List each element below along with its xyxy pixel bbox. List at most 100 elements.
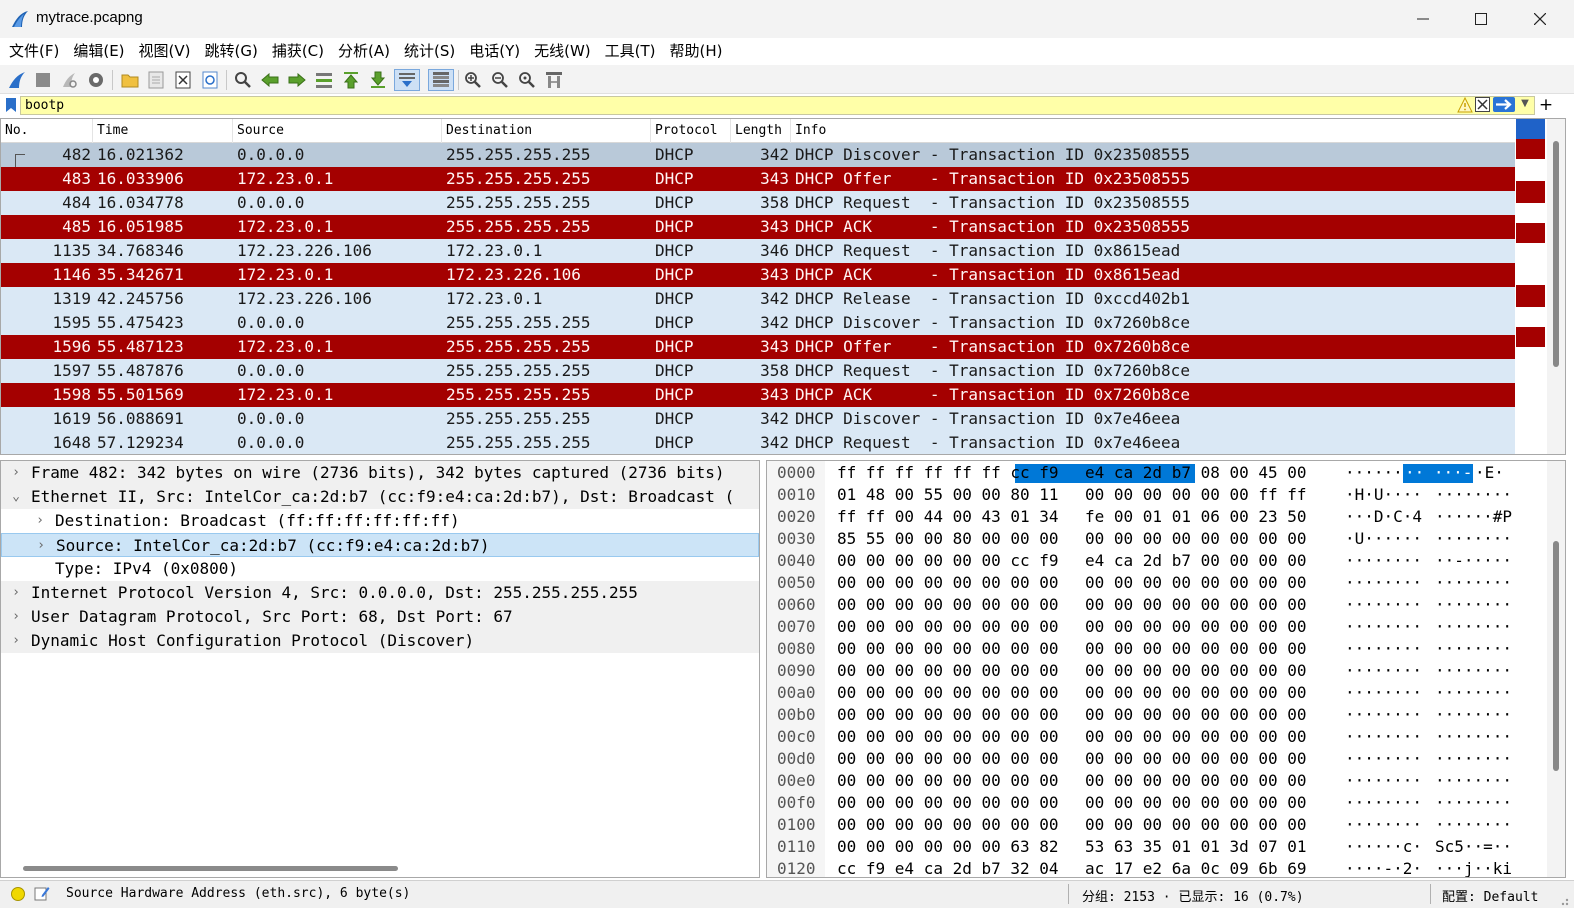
hex-bytes-left[interactable]: cc f9 e4 ca 2d b7 32 04 <box>837 858 1059 877</box>
hex-bytes-left[interactable]: 00 00 00 00 00 00 00 00 <box>837 594 1059 616</box>
find-packet-button[interactable] <box>232 69 254 91</box>
packet-row[interactable]: 1319 42.245756 172.23.226.106 172.23.0.1 DHC… <box>1 287 1515 311</box>
chevron-down-icon[interactable]: ⌄ <box>9 485 23 509</box>
add-filter-button[interactable]: + <box>1538 94 1554 116</box>
status-profile[interactable]: 配置: Default <box>1442 886 1538 905</box>
menu-tools[interactable]: 工具(T) <box>598 38 663 65</box>
hex-bytes-left[interactable]: 00 00 00 00 00 00 00 00 <box>837 638 1059 660</box>
open-file-button[interactable] <box>119 69 141 91</box>
tree-node[interactable]: Type: IPv4 (0x0800) <box>1 557 759 581</box>
display-filter-input[interactable]: bootp <box>20 96 1535 115</box>
menu-telephony[interactable]: 电话(Y) <box>462 38 527 65</box>
hex-bytes-right[interactable]: e4 ca 2d b7 08 00 45 00 <box>1085 462 1307 484</box>
hex-bytes-right[interactable]: 00 00 00 00 00 00 00 00 <box>1085 704 1307 726</box>
packet-row[interactable]: 485 16.051985 172.23.0.1 255.255.255.255 DHC… <box>1 215 1515 239</box>
ascii-left[interactable]: ········ <box>1345 792 1422 814</box>
hex-bytes-right[interactable]: 00 00 00 00 00 00 00 00 <box>1085 528 1307 550</box>
zoom-normal-button[interactable] <box>516 69 538 91</box>
save-file-button[interactable] <box>145 69 167 91</box>
stop-capture-button[interactable] <box>32 69 54 91</box>
ascii-right[interactable]: ········ <box>1435 638 1512 660</box>
chevron-right-icon[interactable]: › <box>9 629 23 653</box>
menu-wireless[interactable]: 无线(W) <box>527 38 598 65</box>
ascii-left[interactable]: ········ <box>1345 814 1422 836</box>
scroll-thumb[interactable] <box>1553 541 1559 771</box>
ascii-right[interactable]: ········ <box>1435 528 1512 550</box>
menu-go[interactable]: 跳转(G) <box>198 38 265 65</box>
hex-bytes-left[interactable]: ff ff 00 44 00 43 01 34 <box>837 506 1059 528</box>
menu-capture[interactable]: 捕获(C) <box>265 38 331 65</box>
ascii-left[interactable]: ········ <box>1345 660 1422 682</box>
start-capture-button[interactable] <box>6 69 28 91</box>
ascii-right[interactable]: ··-····· <box>1435 550 1512 572</box>
ascii-left[interactable]: ········ <box>1345 550 1422 572</box>
menu-view[interactable]: 视图(V) <box>132 38 198 65</box>
apply-filter-button[interactable] <box>1493 97 1515 112</box>
go-last-button[interactable] <box>367 69 389 91</box>
menu-help[interactable]: 帮助(H) <box>663 38 730 65</box>
hex-bytes-right[interactable]: 00 00 00 00 00 00 00 00 <box>1085 572 1307 594</box>
ascii-left[interactable]: ········ <box>1345 572 1422 594</box>
packet-row[interactable]: 1597 55.487876 0.0.0.0 255.255.255.255 DHCP 3… <box>1 359 1515 383</box>
chevron-right-icon[interactable]: › <box>9 581 23 605</box>
details-horizontal-scrollbar[interactable] <box>23 866 398 871</box>
scroll-thumb[interactable] <box>1553 141 1559 367</box>
ascii-left[interactable]: ·U······ <box>1345 528 1422 550</box>
tree-node[interactable]: ⌄ Ethernet II, Src: IntelCor_ca:2d:b7 (cc… <box>1 485 759 509</box>
hex-bytes-left[interactable]: ff ff ff ff ff ff cc f9 <box>837 462 1059 484</box>
chevron-down-icon[interactable]: ▼ <box>1518 98 1532 112</box>
ascii-left[interactable]: ···D·C·4 <box>1345 506 1422 528</box>
hex-bytes-left[interactable]: 00 00 00 00 00 00 00 00 <box>837 770 1059 792</box>
tree-node[interactable]: › Dynamic Host Configuration Protocol (Di… <box>1 629 759 653</box>
hex-bytes-right[interactable]: 00 00 00 00 00 00 00 00 <box>1085 748 1307 770</box>
ascii-right[interactable]: ········ <box>1435 594 1512 616</box>
hex-bytes-left[interactable]: 00 00 00 00 00 00 00 00 <box>837 814 1059 836</box>
ascii-right[interactable]: ········ <box>1435 792 1512 814</box>
hex-bytes-right[interactable]: 00 00 00 00 00 00 00 00 <box>1085 638 1307 660</box>
ascii-left[interactable]: ········ <box>1345 726 1422 748</box>
bookmark-icon[interactable] <box>5 97 17 113</box>
column-protocol[interactable]: Protocol <box>651 119 731 143</box>
chevron-right-icon[interactable]: › <box>34 534 48 558</box>
column-no[interactable]: No. <box>1 119 93 143</box>
hex-bytes-right[interactable]: 00 00 00 00 00 00 ff ff <box>1085 484 1307 506</box>
chevron-right-icon[interactable]: › <box>9 461 23 485</box>
ascii-right[interactable]: ···j··ki <box>1435 858 1512 877</box>
zoom-out-button[interactable] <box>489 69 511 91</box>
column-source[interactable]: Source <box>233 119 442 143</box>
auto-scroll-button[interactable] <box>394 69 420 91</box>
ascii-right[interactable]: ········ <box>1435 484 1512 506</box>
packet-minimap[interactable] <box>1515 119 1545 454</box>
ascii-left[interactable]: ········ <box>1345 704 1422 726</box>
column-time[interactable]: Time <box>93 119 233 143</box>
ascii-right[interactable]: ········ <box>1435 726 1512 748</box>
ascii-right[interactable]: ········ <box>1435 814 1512 836</box>
packet-row[interactable]: 1648 57.129234 0.0.0.0 255.255.255.255 DHCP 3… <box>1 431 1515 454</box>
tree-node[interactable]: › User Datagram Protocol, Src Port: 68, D… <box>1 605 759 629</box>
packet-row[interactable]: 1146 35.342671 172.23.0.1 172.23.226.106 DHC… <box>1 263 1515 287</box>
hex-bytes-right[interactable]: fe 00 01 01 06 00 23 50 <box>1085 506 1307 528</box>
hex-bytes-right[interactable]: 00 00 00 00 00 00 00 00 <box>1085 814 1307 836</box>
hex-bytes-right[interactable]: e4 ca 2d b7 00 00 00 00 <box>1085 550 1307 572</box>
ascii-left[interactable]: ········ <box>1345 638 1422 660</box>
menu-file[interactable]: 文件(F) <box>2 38 66 65</box>
hex-bytes-right[interactable]: 00 00 00 00 00 00 00 00 <box>1085 682 1307 704</box>
hex-bytes-left[interactable]: 00 00 00 00 00 00 00 00 <box>837 616 1059 638</box>
ascii-right[interactable]: ·E· <box>1475 462 1504 484</box>
hex-bytes-right[interactable]: 53 63 35 01 01 3d 07 01 <box>1085 836 1307 858</box>
tree-node[interactable]: › Internet Protocol Version 4, Src: 0.0.0… <box>1 581 759 605</box>
hex-bytes-left[interactable]: 85 55 00 00 80 00 00 00 <box>837 528 1059 550</box>
packet-row[interactable]: 1598 55.501569 172.23.0.1 255.255.255.255 DH… <box>1 383 1515 407</box>
hex-bytes-left[interactable]: 00 00 00 00 00 00 00 00 <box>837 572 1059 594</box>
chevron-right-icon[interactable]: › <box>9 605 23 629</box>
hex-bytes-left[interactable]: 00 00 00 00 00 00 00 00 <box>837 682 1059 704</box>
maximize-button[interactable] <box>1452 0 1510 38</box>
column-info[interactable]: Info <box>791 119 1515 143</box>
ascii-left[interactable]: ········ <box>1345 594 1422 616</box>
zoom-in-button[interactable] <box>462 69 484 91</box>
reload-file-button[interactable] <box>199 69 221 91</box>
menu-edit[interactable]: 编辑(E) <box>66 38 131 65</box>
column-length[interactable]: Length <box>731 119 791 143</box>
ascii-left[interactable]: ·H·U···· <box>1345 484 1422 506</box>
chevron-right-icon[interactable]: › <box>33 509 47 533</box>
